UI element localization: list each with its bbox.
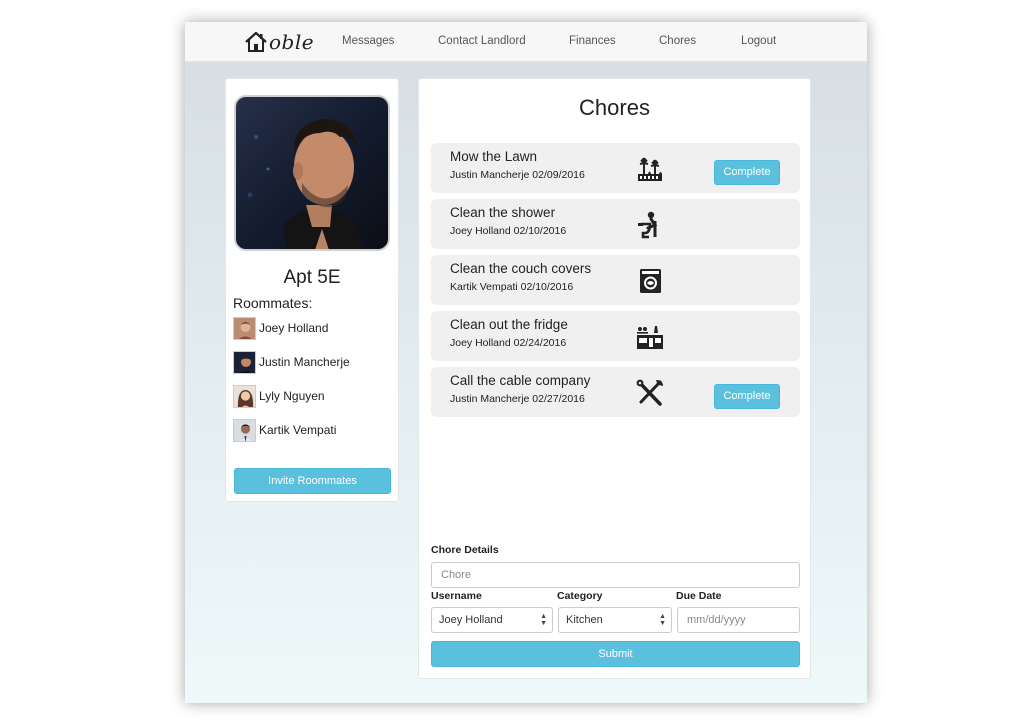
chore-title: Clean the couch covers (450, 261, 592, 276)
avatar (233, 350, 256, 374)
roommate-name: Justin Mancherje (259, 355, 350, 369)
nav-contact-landlord[interactable]: Contact Landlord (438, 35, 526, 47)
nav-logout[interactable]: Logout (741, 35, 776, 47)
nav-finances[interactable]: Finances (569, 35, 616, 47)
chore-title: Call the cable company (450, 373, 591, 388)
chore-assignee-date: Joey Holland 02/24/2016 (450, 337, 567, 349)
kitchen-icon (637, 326, 663, 349)
roommate-name: Joey Holland (259, 321, 329, 335)
lawn-icon (638, 157, 662, 181)
avatar (233, 418, 256, 442)
chore-assignee-date: Justin Mancherje 02/27/2016 (450, 393, 585, 405)
avatar (233, 316, 256, 340)
profile-photo (234, 95, 390, 251)
chore-card[interactable]: Clean the shower Joey Holland 02/10/2016 (431, 199, 800, 249)
profile-panel: Apt 5E Roommates: Joey Holland Justin Ma… (225, 78, 399, 502)
nav-chores[interactable]: Chores (659, 35, 696, 47)
select-arrows-icon: ▲ ▼ (659, 613, 666, 627)
select-arrows-icon: ▲ ▼ (540, 613, 547, 627)
roommate-item[interactable]: Justin Mancherje (233, 350, 350, 374)
chores-panel: Chores Mow the Lawn Justin Mancherje 02/… (418, 78, 811, 679)
username-select-value: Joey Holland (439, 614, 503, 626)
roommate-item[interactable]: Lyly Nguyen (233, 384, 325, 408)
logo-text: oble (269, 30, 315, 54)
chore-title: Mow the Lawn (450, 149, 538, 164)
chore-title: Clean the shower (450, 205, 556, 220)
roommate-item[interactable]: Joey Holland (233, 316, 328, 340)
app-window: oble Messages Contact Landlord Finances … (185, 22, 867, 703)
apartment-name: Apt 5E (283, 267, 341, 288)
roommate-name: Lyly Nguyen (259, 389, 325, 403)
complete-button[interactable]: Complete (714, 384, 780, 409)
chore-title: Clean out the fridge (450, 317, 568, 332)
invite-roommates-button[interactable]: Invite Roommates (234, 468, 391, 494)
roommates-heading: Roommates: (233, 295, 313, 311)
house-icon (245, 32, 267, 52)
category-label: Category (557, 590, 603, 602)
chore-details-label: Chore Details (431, 544, 499, 556)
toilet-cleaning-icon (638, 211, 658, 239)
category-select[interactable]: Kitchen ▲ ▼ (558, 607, 672, 633)
chore-assignee-date: Kartik Vempati 02/10/2016 (450, 281, 574, 293)
nav-messages[interactable]: Messages (342, 35, 394, 47)
chore-card[interactable]: Clean the couch covers Kartik Vempati 02… (431, 255, 800, 305)
logo[interactable]: oble (245, 30, 314, 54)
chore-assignee-date: Justin Mancherje 02/09/2016 (450, 169, 585, 181)
chore-card[interactable]: Call the cable company Justin Mancherje … (431, 367, 800, 417)
submit-button[interactable]: Submit (431, 641, 800, 667)
chore-input[interactable]: Chore (431, 562, 800, 588)
chore-card[interactable]: Mow the Lawn Justin Mancherje 02/09/2016… (431, 143, 800, 193)
complete-button[interactable]: Complete (714, 160, 780, 185)
due-date-input[interactable]: mm/dd/yyyy (677, 607, 800, 633)
roommate-item[interactable]: Kartik Vempati (233, 418, 336, 442)
chore-card[interactable]: Clean out the fridge Joey Holland 02/24/… (431, 311, 800, 361)
username-label: Username (431, 590, 482, 602)
roommate-name: Kartik Vempati (259, 423, 337, 437)
category-select-value: Kitchen (566, 614, 603, 626)
page-title: Chores (579, 95, 650, 120)
username-select[interactable]: Joey Holland ▲ ▼ (431, 607, 553, 633)
tools-icon (636, 379, 663, 406)
washing-machine-icon (640, 269, 661, 293)
avatar (233, 384, 256, 408)
navbar: oble Messages Contact Landlord Finances … (185, 22, 867, 62)
chore-assignee-date: Joey Holland 02/10/2016 (450, 225, 567, 237)
due-date-label: Due Date (676, 590, 722, 602)
